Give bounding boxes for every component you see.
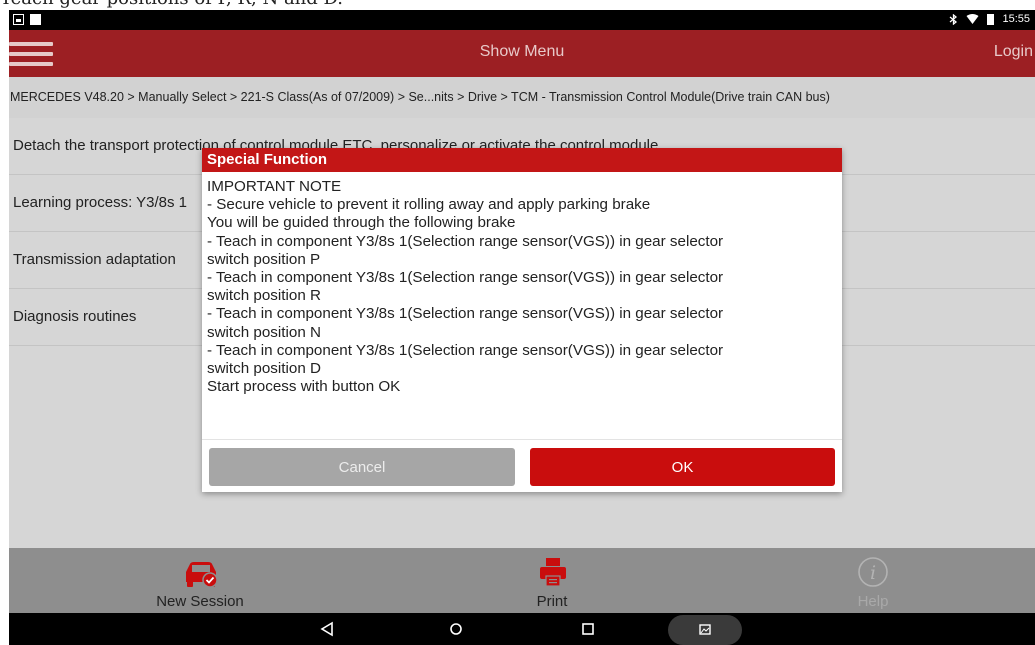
app-bar: Show Menu Login <box>9 30 1035 77</box>
dialog-line: - Teach in component Y3/8s 1(Selection r… <box>207 269 724 287</box>
image-icon <box>13 14 24 25</box>
app-bar-title[interactable]: Show Menu <box>9 43 1035 61</box>
dialog-title: Special Function <box>202 148 842 172</box>
screenshot-icon[interactable] <box>668 613 742 645</box>
dialog-message: IMPORTANT NOTE - Secure vehicle to preve… <box>207 178 832 396</box>
new-session-label: New Session <box>156 593 244 610</box>
ok-button[interactable]: OK <box>530 448 835 486</box>
car-icon <box>186 562 218 588</box>
bottom-toolbar: New Session Print i Help <box>9 548 1035 613</box>
dialog-line: switch position P <box>207 250 321 268</box>
print-button[interactable]: Print <box>452 548 652 613</box>
wifi-icon <box>966 13 979 24</box>
dialog-line: - Teach in component Y3/8s 1(Selection r… <box>207 305 724 323</box>
device-screen: 15:55 Show Menu Login MERCEDES V48.20 > … <box>9 10 1035 645</box>
home-icon[interactable] <box>436 613 476 645</box>
page-top-text: Teach gear positions of P, R, N and D. <box>0 0 1035 10</box>
status-time: 15:55 <box>1002 13 1030 25</box>
special-function-dialog: Special Function IMPORTANT NOTE - Secure… <box>202 148 842 492</box>
notification-icon <box>30 14 41 25</box>
recents-icon[interactable] <box>568 613 608 645</box>
bluetooth-icon <box>950 13 958 25</box>
cancel-button[interactable]: Cancel <box>209 448 515 486</box>
status-bar: 15:55 <box>9 10 1035 30</box>
dialog-divider <box>202 439 842 440</box>
login-button[interactable]: Login <box>994 43 1033 61</box>
dialog-line: - Teach in component Y3/8s 1(Selection r… <box>207 341 724 359</box>
svg-text:i: i <box>870 562 876 584</box>
help-label: Help <box>857 593 889 610</box>
dialog-line: switch position N <box>207 323 321 341</box>
dialog-line: IMPORTANT NOTE <box>207 178 342 195</box>
android-nav-bar <box>9 613 1035 645</box>
breadcrumb: MERCEDES V48.20 > Manually Select > 221-… <box>9 77 1035 118</box>
printer-icon <box>540 558 566 587</box>
dialog-line: - Teach in component Y3/8s 1(Selection r… <box>207 232 724 250</box>
dialog-line: switch position D <box>207 360 321 378</box>
back-icon[interactable] <box>307 613 347 645</box>
dialog-line: Start process with button OK <box>207 378 401 396</box>
info-icon: i <box>858 557 888 587</box>
new-session-button[interactable]: New Session <box>100 548 300 613</box>
help-button[interactable]: i Help <box>773 548 973 613</box>
battery-icon <box>987 13 995 25</box>
dialog-line: switch position R <box>207 287 321 305</box>
print-label: Print <box>536 593 568 610</box>
dialog-line: You will be guided through the following… <box>207 214 516 232</box>
dialog-line: - Secure vehicle to prevent it rolling a… <box>207 196 651 214</box>
